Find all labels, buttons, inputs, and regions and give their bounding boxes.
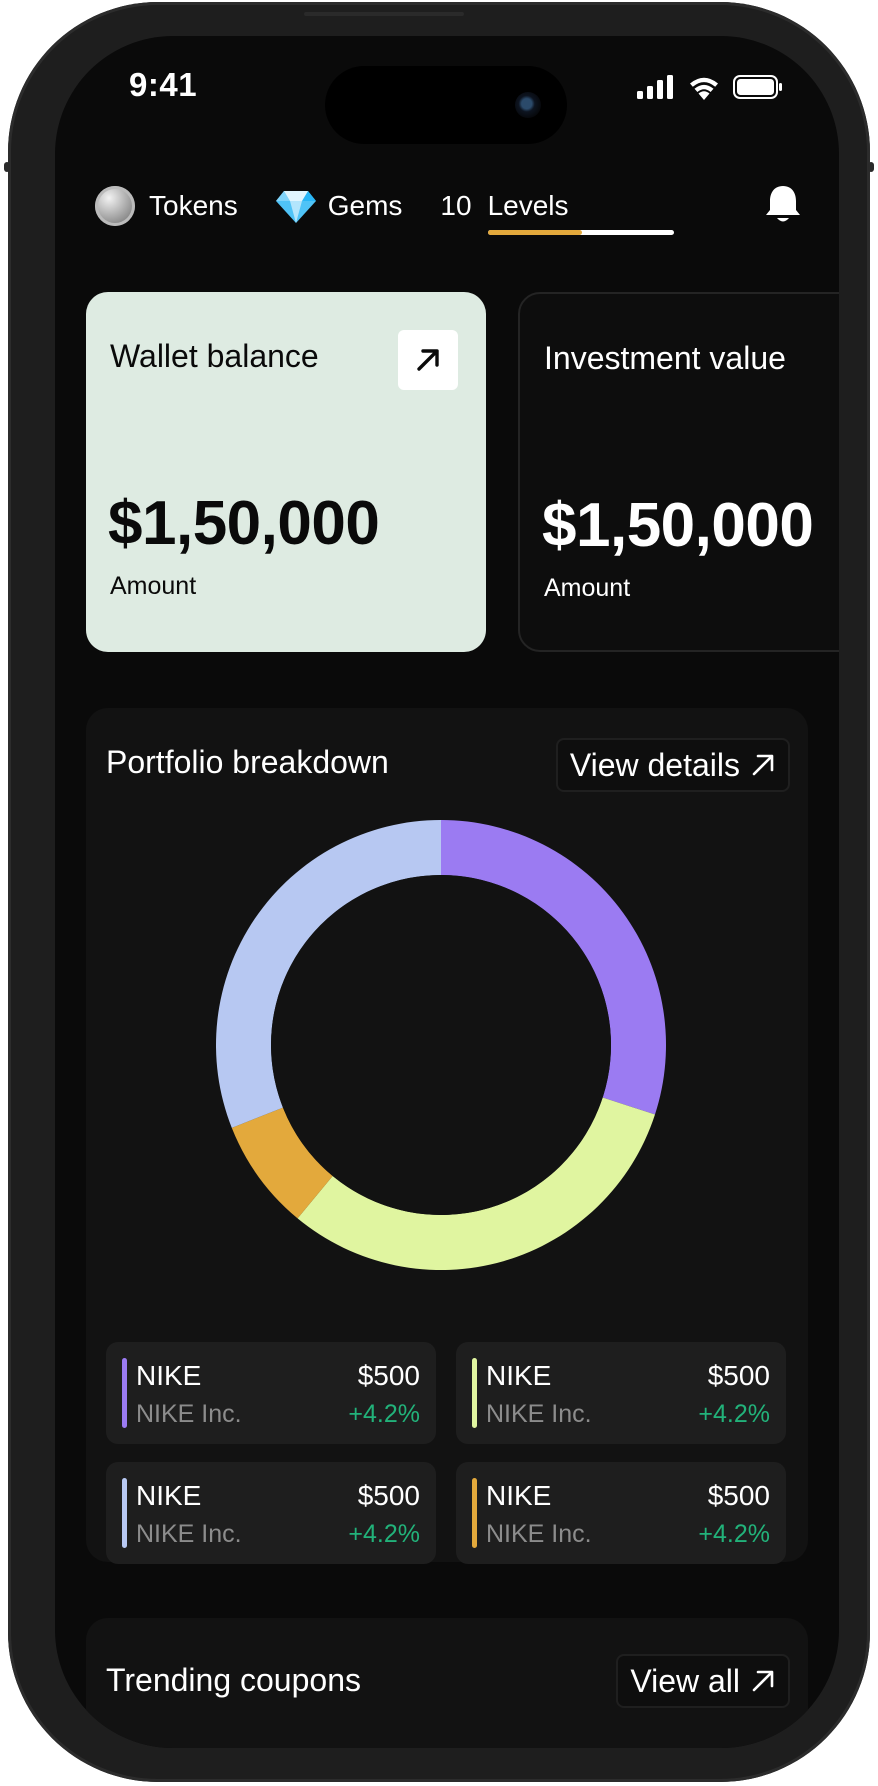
- holding-tile[interactable]: NIKE NIKE Inc. $500 +4.2%: [106, 1342, 436, 1444]
- wallet-open-button[interactable]: [398, 330, 458, 390]
- holding-price: $500: [707, 1480, 770, 1511]
- wifi-icon: [690, 77, 718, 100]
- holding-name: NIKE: [136, 1360, 202, 1391]
- levels-label: Levels: [487, 190, 569, 221]
- camera-icon: [515, 92, 541, 118]
- holding-price: $500: [357, 1360, 420, 1391]
- trending-coupons-panel: Trending coupons View all: [86, 1618, 808, 1748]
- card-amount: $1,50,000: [542, 491, 814, 560]
- gem-icon: [275, 191, 316, 223]
- holding-color-stripe: [472, 1358, 477, 1428]
- holding-name: NIKE: [486, 1480, 552, 1511]
- holding-change: +4.2%: [698, 1400, 770, 1428]
- portfolio-donut-chart: [216, 820, 666, 1270]
- card-amount: $1,50,000: [108, 489, 380, 558]
- phone-side-button: [4, 162, 10, 172]
- level-number: 10: [440, 190, 472, 221]
- holding-price: $500: [357, 1480, 420, 1511]
- coupons-title: Trending coupons: [106, 1662, 361, 1698]
- holding-color-stripe: [122, 1358, 127, 1428]
- phone-top-speaker: [304, 12, 464, 16]
- arrow-up-right-icon: [752, 1670, 774, 1692]
- arrow-up-right-icon: [752, 754, 774, 776]
- holding-color-stripe: [122, 1478, 127, 1548]
- level-progress-fill: [487, 230, 583, 235]
- phone-side-button: [868, 162, 874, 172]
- notification-bell-icon[interactable]: [763, 183, 803, 225]
- phone-frame: 9:41 Tokens Gems 10 Levels Wallet balanc…: [4, 2, 874, 1782]
- holding-color-stripe: [472, 1478, 477, 1548]
- holding-change: +4.2%: [348, 1400, 420, 1428]
- holding-change: +4.2%: [348, 1520, 420, 1548]
- portfolio-title: Portfolio breakdown: [106, 744, 389, 780]
- battery-icon: [733, 75, 782, 99]
- arrow-up-right-icon: [417, 349, 439, 371]
- holding-price: $500: [707, 1360, 770, 1391]
- holding-name: NIKE: [486, 1360, 552, 1391]
- view-all-label: View all: [630, 1662, 740, 1699]
- top-bar: Tokens Gems 10 Levels: [95, 176, 803, 236]
- investment-value-card[interactable]: Investment value $1,50,000 Amount: [518, 292, 839, 652]
- level-progress-bar: [487, 230, 674, 235]
- holding-company: NIKE Inc.: [486, 1400, 592, 1428]
- card-title: Wallet balance: [110, 338, 319, 374]
- dynamic-island: [325, 66, 567, 144]
- holdings-grid: NIKE NIKE Inc. $500 +4.2% NIKE NIKE Inc.…: [106, 1342, 788, 1564]
- view-details-label: View details: [569, 746, 740, 783]
- portfolio-breakdown-panel: Portfolio breakdown View details NIKE NI…: [86, 708, 808, 1564]
- view-all-button[interactable]: View all: [616, 1654, 790, 1708]
- app-screen: 9:41 Tokens Gems 10 Levels Wallet balanc…: [55, 36, 839, 1748]
- holding-tile[interactable]: NIKE NIKE Inc. $500 +4.2%: [456, 1462, 786, 1564]
- status-time: 9:41: [129, 66, 198, 103]
- cellular-signal-icon: [637, 75, 673, 99]
- holding-tile[interactable]: NIKE NIKE Inc. $500 +4.2%: [456, 1342, 786, 1444]
- holding-tile[interactable]: NIKE NIKE Inc. $500 +4.2%: [106, 1462, 436, 1564]
- view-details-button[interactable]: View details: [555, 738, 790, 792]
- holding-change: +4.2%: [698, 1520, 770, 1548]
- gems-label[interactable]: Gems: [328, 190, 403, 222]
- card-subtitle: Amount: [544, 574, 631, 602]
- tokens-label[interactable]: Tokens: [149, 190, 238, 222]
- card-title: Investment value: [544, 340, 786, 376]
- holding-company: NIKE Inc.: [486, 1520, 592, 1548]
- status-icons: [637, 74, 783, 100]
- wallet-balance-card[interactable]: Wallet balance $1,50,000 Amount: [86, 292, 486, 652]
- token-coin-icon: [95, 186, 135, 226]
- card-subtitle: Amount: [110, 572, 197, 600]
- donut-hole: [271, 875, 611, 1215]
- holding-company: NIKE Inc.: [136, 1400, 242, 1428]
- holding-name: NIKE: [136, 1480, 202, 1511]
- levels-tab[interactable]: Levels: [487, 190, 674, 235]
- holding-company: NIKE Inc.: [136, 1520, 242, 1548]
